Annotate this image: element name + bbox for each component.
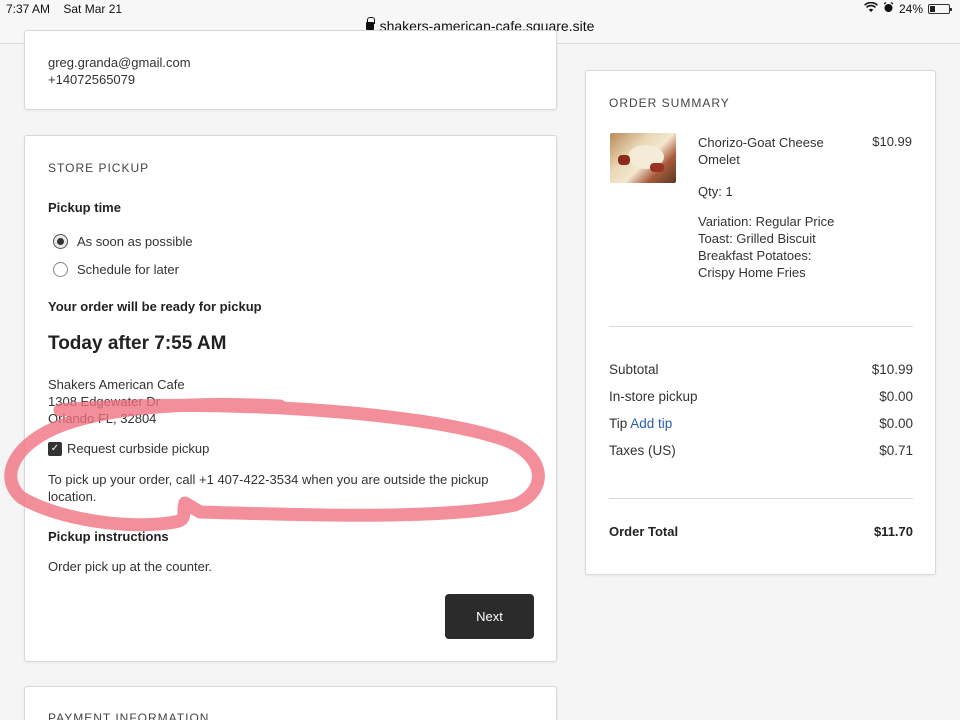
payment-title: PAYMENT INFORMATION xyxy=(48,711,210,720)
store-pickup-title: STORE PICKUP xyxy=(48,161,150,175)
pickup-instructions-label: Pickup instructions xyxy=(48,529,169,544)
tip-label-group: Tip Add tip xyxy=(609,416,672,431)
taxes-value: $0.71 xyxy=(879,443,913,458)
next-button[interactable]: Next xyxy=(445,594,534,639)
ready-label: Your order will be ready for pickup xyxy=(48,299,262,314)
item-qty: Qty: 1 xyxy=(698,184,733,199)
pickup-fee-row: In-store pickup $0.00 xyxy=(609,389,913,404)
status-clock: 7:37 AM xyxy=(6,2,51,16)
subtotal-label: Subtotal xyxy=(609,362,659,377)
chorizo-shape xyxy=(650,163,664,172)
status-time: 7:37 AM Sat Mar 21 xyxy=(6,2,122,16)
store-city: Orlando FL, 32804 xyxy=(48,411,157,426)
taxes-label: Taxes (US) xyxy=(609,443,676,458)
checkbox-checked-icon[interactable]: ✓ xyxy=(48,441,62,456)
radio-button[interactable] xyxy=(53,262,68,277)
curbside-instructions: To pick up your order, call +1 407-422-3… xyxy=(48,472,489,504)
item-name: Chorizo-Goat Cheese Omelet xyxy=(698,135,824,167)
radio-button-selected[interactable] xyxy=(53,234,68,249)
contact-email: greg.granda@gmail.com xyxy=(48,55,191,70)
add-tip-link[interactable]: Add tip xyxy=(630,416,672,431)
item-potatoes-label: Breakfast Potatoes: xyxy=(698,248,812,263)
status-indicators: 24% xyxy=(864,1,952,16)
status-date: Sat Mar 21 xyxy=(63,2,123,16)
contact-phone: +14072565079 xyxy=(48,72,136,87)
battery-level xyxy=(930,6,935,12)
summary-divider xyxy=(609,326,913,327)
contact-info-card: greg.granda@gmail.com +14072565079 xyxy=(24,30,557,110)
item-potatoes-value: Crispy Home Fries xyxy=(698,265,806,280)
pickup-fee-label: In-store pickup xyxy=(609,389,698,404)
order-total-row: Order Total $11.70 xyxy=(609,524,913,539)
store-street: 1308 Edgewater Dr xyxy=(48,394,161,409)
pickup-fee-value: $0.00 xyxy=(879,389,913,404)
order-total-value: $11.70 xyxy=(873,524,913,539)
chorizo-shape xyxy=(618,155,630,165)
subtotal-value: $10.99 xyxy=(871,362,913,377)
subtotal-row: Subtotal $10.99 xyxy=(609,362,913,377)
item-toast: Toast: Grilled Biscuit xyxy=(698,231,816,246)
radio-asap[interactable]: As soon as possible xyxy=(53,234,193,249)
alarm-icon xyxy=(883,2,894,16)
pickup-time-label: Pickup time xyxy=(48,200,121,215)
tip-value: $0.00 xyxy=(879,416,913,431)
item-price: $10.99 xyxy=(872,134,912,149)
ready-time: Today after 7:55 AM xyxy=(48,333,227,354)
item-variation: Variation: Regular Price xyxy=(698,214,835,229)
radio-schedule-later[interactable]: Schedule for later xyxy=(53,262,179,277)
wifi-icon xyxy=(864,1,878,16)
tip-label: Tip xyxy=(609,416,628,431)
curbside-checkbox-row[interactable]: ✓ Request curbside pickup xyxy=(48,441,209,456)
taxes-row: Taxes (US) $0.71 xyxy=(609,443,913,458)
store-name: Shakers American Cafe xyxy=(48,377,185,392)
order-total-label: Order Total xyxy=(609,524,679,539)
pickup-instructions-text: Order pick up at the counter. xyxy=(48,559,213,574)
order-summary-title: ORDER SUMMARY xyxy=(609,96,730,110)
order-summary-card: ORDER SUMMARY Chorizo-Goat Cheese Omelet… xyxy=(585,70,936,575)
battery-percent: 24% xyxy=(898,2,923,16)
store-pickup-card: STORE PICKUP Pickup time As soon as poss… xyxy=(24,135,557,662)
radio-asap-label: As soon as possible xyxy=(77,234,193,249)
curbside-label: Request curbside pickup xyxy=(67,441,210,456)
tip-row: Tip Add tip $0.00 xyxy=(609,416,913,431)
payment-info-card: PAYMENT INFORMATION xyxy=(24,686,557,720)
lock-icon xyxy=(365,17,375,30)
summary-divider xyxy=(609,498,913,499)
battery-icon xyxy=(928,4,952,14)
item-thumbnail xyxy=(610,133,676,183)
radio-schedule-later-label: Schedule for later xyxy=(77,262,179,277)
